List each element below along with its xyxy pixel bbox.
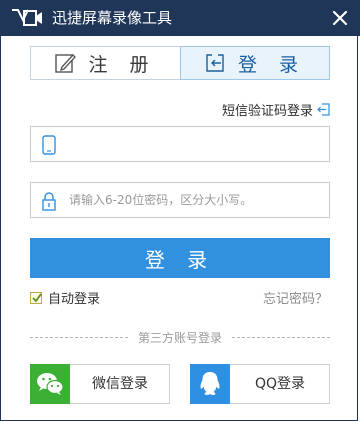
third-party-divider: 第三方账号登录 xyxy=(30,329,331,345)
divider-line xyxy=(30,336,128,338)
tab-register-label: 注 册 xyxy=(88,53,157,76)
sms-login-link[interactable]: 短信验证码登录 xyxy=(222,100,330,119)
wechat-login-button[interactable]: 微信登录 xyxy=(30,364,170,404)
forgot-password-link[interactable]: 忘记密码？ xyxy=(263,288,328,307)
phone-field[interactable] xyxy=(30,126,330,162)
phone-icon xyxy=(42,135,56,155)
password-input[interactable] xyxy=(69,183,325,217)
auto-login-checkbox[interactable]: 自动登录 xyxy=(30,288,100,307)
divider-line xyxy=(232,336,331,338)
third-party-label: 第三方账号登录 xyxy=(138,330,223,345)
qq-login-label: QQ登录 xyxy=(254,376,306,392)
wechat-icon xyxy=(30,364,70,404)
wechat-login-label: 微信登录 xyxy=(92,376,148,392)
tab-register[interactable]: 注 册 xyxy=(30,46,180,80)
video-camera-icon xyxy=(12,9,42,26)
lock-icon xyxy=(42,192,56,211)
app-title: 迅捷屏幕录像工具 xyxy=(52,9,173,27)
auto-login-label: 自动登录 xyxy=(48,292,101,307)
checkbox[interactable] xyxy=(30,291,42,304)
phone-input[interactable] xyxy=(69,127,325,161)
sms-login-label: 短信验证码登录 xyxy=(221,104,313,119)
tab-login[interactable]: 登 录 xyxy=(180,46,330,80)
edit-icon xyxy=(55,54,77,73)
title-bar: 迅捷屏幕录像工具 xyxy=(0,0,360,36)
checkmark-icon xyxy=(32,292,42,302)
close-icon[interactable] xyxy=(328,6,352,30)
login-arrow-icon xyxy=(317,103,330,116)
password-field[interactable] xyxy=(30,182,330,218)
qq-icon xyxy=(190,364,230,404)
qq-login-button[interactable]: QQ登录 xyxy=(190,364,330,404)
tab-login-label: 登 录 xyxy=(237,53,307,76)
login-button[interactable]: 登 录 xyxy=(30,238,330,278)
login-arrow-icon xyxy=(206,54,224,72)
